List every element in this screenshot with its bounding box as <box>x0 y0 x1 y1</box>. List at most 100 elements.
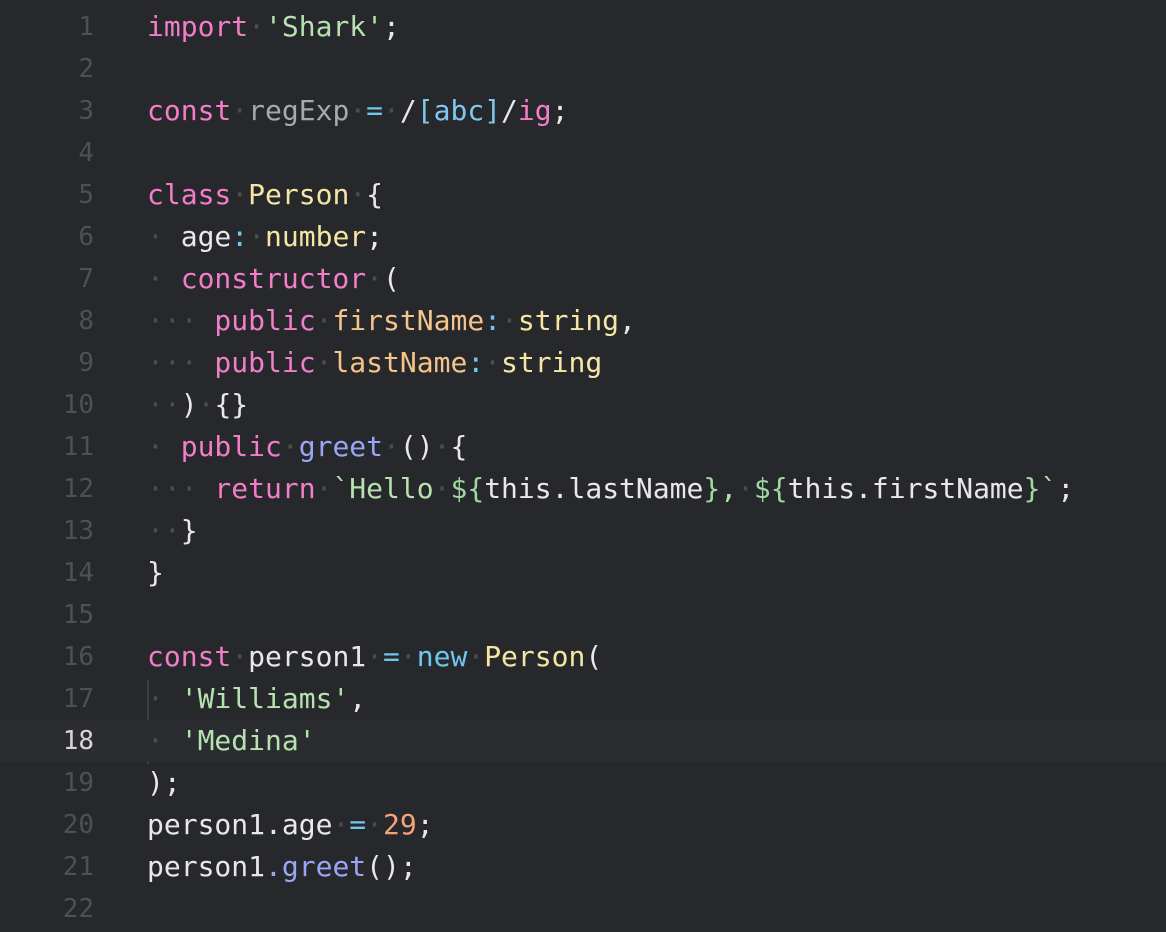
token-ws: · <box>147 682 164 715</box>
token-ws: ··· <box>147 472 198 505</box>
token-tpl: } <box>703 472 721 505</box>
token-str: 'Shark' <box>265 10 384 43</box>
token-op: new <box>416 640 468 673</box>
token-punc: ) <box>180 388 198 421</box>
token-kw: public <box>197 346 316 379</box>
token-ws: · <box>315 346 333 379</box>
token-punc: this.firstName <box>787 472 1024 505</box>
token-kw: return <box>197 472 316 505</box>
code-line-21[interactable]: 21 person1.greet(); <box>0 846 1166 888</box>
code-line-2[interactable]: 2 <box>0 48 1166 90</box>
token-ws: · <box>433 472 451 505</box>
token-type: string <box>501 346 603 379</box>
code-text: ··)·{} <box>147 384 248 426</box>
token-ws: · <box>315 304 333 337</box>
token-tpl: ${ <box>753 472 788 505</box>
token-kw: public <box>163 430 282 463</box>
token-prop: lastName <box>332 346 468 379</box>
token-punc: this.lastName <box>484 472 704 505</box>
token-punc: ; <box>366 220 384 253</box>
code-line-16[interactable]: 16 const·person1·=·new·Person( <box>0 636 1166 678</box>
token-ws: · <box>366 808 384 841</box>
token-kw: const <box>147 94 232 127</box>
code-line-10[interactable]: 10 ··)·{} <box>0 384 1166 426</box>
code-line-6[interactable]: 6 · age:·number; <box>0 216 1166 258</box>
code-line-15[interactable]: 15 <box>0 594 1166 636</box>
code-text: · constructor·( <box>147 258 400 300</box>
code-line-13[interactable]: 13 ··} <box>0 510 1166 552</box>
token-fn: greet <box>298 430 384 463</box>
line-number: 18 <box>62 726 94 756</box>
token-kw: const <box>147 640 232 673</box>
code-line-18[interactable]: 18 · 'Medina' <box>0 720 1166 762</box>
token-punc: ; <box>1057 472 1075 505</box>
code-text: ··} <box>147 510 198 552</box>
token-kw: import <box>147 10 249 43</box>
code-text: ··· public·lastName:·string <box>147 342 602 384</box>
line-number: 1 <box>78 12 94 42</box>
code-line-7[interactable]: 7 · constructor·( <box>0 258 1166 300</box>
token-punc: , <box>349 682 367 715</box>
line-number: 19 <box>62 768 94 798</box>
token-punc: } <box>147 556 164 589</box>
token-ws: · <box>467 640 485 673</box>
token-punc: ); <box>147 766 181 799</box>
token-str: `Hello <box>332 472 434 505</box>
line-number: 21 <box>62 852 94 882</box>
line-number: 8 <box>78 306 94 336</box>
line-number: 2 <box>78 54 94 84</box>
token-type: number <box>265 220 367 253</box>
token-kw: ig <box>517 94 552 127</box>
token-ws: ·· <box>147 388 181 421</box>
token-ws: · <box>484 346 502 379</box>
token-ws: ··· <box>147 304 198 337</box>
token-punc: person1 <box>147 850 266 883</box>
code-line-1[interactable]: 1 import·'Shark'; <box>0 6 1166 48</box>
token-prop: firstName <box>332 304 485 337</box>
code-editor[interactable]: 1 import·'Shark'; 2 3 const·regExp·=·/[abc]/… <box>0 0 1166 932</box>
token-ws: · <box>383 430 400 463</box>
token-punc: (); <box>366 850 417 883</box>
code-line-20[interactable]: 20 person1.age·=·29; <box>0 804 1166 846</box>
code-line-9[interactable]: 9 ··· public·lastName:·string <box>0 342 1166 384</box>
code-line-12[interactable]: 12 ··· return·`Hello·${this.lastName},·${… <box>0 468 1166 510</box>
line-number: 10 <box>62 390 94 420</box>
token-ws: · <box>231 640 249 673</box>
token-str: 'Williams' <box>163 682 350 715</box>
token-str: 'Medina' <box>163 724 316 757</box>
token-punc: , <box>619 304 636 337</box>
token-ws: · <box>349 178 367 211</box>
token-op: : <box>467 346 485 379</box>
code-line-4[interactable]: 4 <box>0 132 1166 174</box>
code-line-19[interactable]: 19); <box>0 762 1166 804</box>
token-op: = <box>366 94 384 127</box>
line-number: 4 <box>78 138 94 168</box>
code-text: const·person1·=·new·Person( <box>147 636 602 678</box>
token-punc: ; <box>551 94 569 127</box>
code-line-14[interactable]: 14} <box>0 552 1166 594</box>
code-text: · public·greet·()·{ <box>147 426 467 468</box>
token-type: Person <box>484 640 586 673</box>
code-line-17[interactable]: 17 · 'Williams', <box>0 678 1166 720</box>
code-line-11[interactable]: 11 · public·greet·()·{ <box>0 426 1166 468</box>
token-ws: · <box>248 10 266 43</box>
code-text: ··· public·firstName:·string, <box>147 300 636 342</box>
token-tpl: } <box>1023 472 1041 505</box>
token-ws: · <box>737 472 754 505</box>
line-number: 5 <box>78 180 94 210</box>
token-ws: · <box>332 808 350 841</box>
code-text: import·'Shark'; <box>147 6 400 48</box>
token-type: Person <box>248 178 350 211</box>
token-ws: · <box>147 430 164 463</box>
token-fn: .greet <box>265 850 367 883</box>
token-punc: / <box>501 94 518 127</box>
token-ws: · <box>197 388 215 421</box>
code-line-8[interactable]: 8 ··· public·firstName:·string, <box>0 300 1166 342</box>
code-line-22[interactable]: 22 <box>0 888 1166 930</box>
code-line-3[interactable]: 3 const·regExp·=·/[abc]/ig; <box>0 90 1166 132</box>
token-ws: · <box>366 262 384 295</box>
token-ws: · <box>147 220 164 253</box>
code-text: const·regExp·=·/[abc]/ig; <box>147 90 568 132</box>
code-line-5[interactable]: 5 class·Person·{ <box>0 174 1166 216</box>
line-number: 17 <box>62 684 94 714</box>
